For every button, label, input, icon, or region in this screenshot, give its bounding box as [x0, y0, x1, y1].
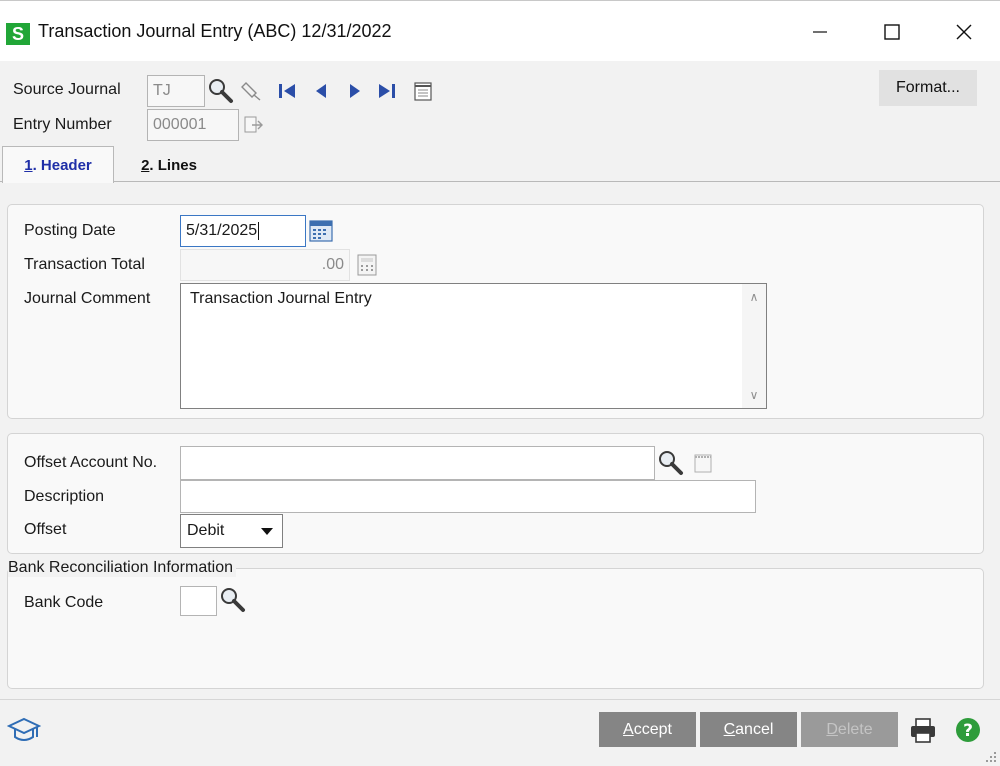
help-icon[interactable]: ?	[953, 714, 983, 746]
source-journal-label: Source Journal	[13, 81, 121, 98]
source-journal-field[interactable]: TJ	[147, 75, 205, 107]
journal-comment-value: Transaction Journal Entry	[190, 290, 372, 307]
entry-number-label: Entry Number	[13, 116, 112, 133]
offset-selected-value: Debit	[187, 522, 225, 539]
description-field[interactable]	[180, 480, 756, 513]
offset-account-lookup-icon[interactable]	[655, 447, 685, 479]
tab-lines[interactable]: 2. Lines	[120, 151, 218, 179]
delete-button-mnemonic: D	[826, 720, 838, 738]
close-icon	[956, 24, 972, 40]
format-button-label: Format...	[895, 79, 960, 96]
journal-comment-label: Journal Comment	[24, 290, 151, 307]
cancel-button-label: ancel	[735, 720, 774, 738]
posting-date-field[interactable]: 5/31/2025	[180, 215, 306, 247]
minimize-button[interactable]	[800, 15, 840, 49]
next-entry-number-icon[interactable]	[241, 111, 267, 139]
svg-text:?: ?	[963, 721, 973, 741]
print-icon[interactable]	[906, 713, 940, 747]
text-cursor	[258, 222, 260, 240]
calculator-icon[interactable]	[355, 251, 379, 279]
transaction-journal-entry-window: S Transaction Journal Entry (ABC) 12/31/…	[0, 0, 1000, 766]
maximize-button[interactable]	[872, 15, 912, 49]
journal-comment-scrollbar[interactable]: ∧ ∨	[742, 284, 766, 408]
tab-lines-label: . Lines	[149, 156, 197, 174]
bank-code-label: Bank Code	[24, 594, 104, 611]
window-title: Transaction Journal Entry (ABC) 12/31/20…	[38, 21, 392, 41]
maximize-icon	[884, 24, 900, 40]
pin-icon[interactable]	[238, 76, 264, 104]
posting-date-value: 5/31/2025	[186, 222, 258, 239]
tab-strip-divider	[0, 181, 1000, 182]
bank-code-lookup-icon[interactable]	[217, 585, 247, 615]
cancel-button-mnemonic: C	[723, 720, 736, 738]
offset-select[interactable]: Debit	[180, 514, 283, 548]
calendar-icon[interactable]	[307, 217, 335, 245]
entry-number-field[interactable]: 000001	[147, 109, 239, 141]
sage-logo-icon: S	[6, 23, 30, 45]
scroll-down-icon[interactable]: ∨	[746, 388, 762, 402]
tab-header-number: 1	[24, 156, 33, 174]
tab-header[interactable]: 1. Header	[2, 146, 114, 183]
journal-comment-textarea[interactable]: Transaction Journal Entry ∧ ∨	[180, 283, 767, 409]
tab-header-label: . Header	[32, 156, 92, 174]
bottom-bar-divider	[0, 699, 1000, 700]
delete-button-label: elete	[837, 720, 873, 738]
source-journal-lookup-icon[interactable]	[205, 76, 235, 106]
scroll-up-icon[interactable]: ∧	[746, 290, 762, 304]
description-label: Description	[24, 488, 105, 505]
resize-grip-icon[interactable]	[984, 750, 998, 764]
graduation-cap-icon[interactable]	[6, 713, 42, 747]
title-bar: S Transaction Journal Entry (ABC) 12/31/…	[0, 1, 1000, 61]
account-notepad-icon[interactable]	[691, 450, 715, 476]
close-button[interactable]	[944, 15, 984, 49]
accept-button[interactable]: Accept	[599, 712, 696, 747]
bank-reconciliation-group	[7, 568, 984, 689]
accept-button-mnemonic: A	[623, 720, 634, 738]
offset-account-field[interactable]	[180, 446, 655, 480]
tab-lines-number: 2	[141, 156, 150, 174]
chevron-down-icon	[261, 528, 273, 535]
next-record-icon[interactable]	[344, 79, 366, 103]
transaction-total-label: Transaction Total	[24, 256, 145, 273]
cancel-button[interactable]: Cancel	[700, 712, 797, 747]
last-record-icon[interactable]	[374, 79, 400, 103]
delete-button: Delete	[801, 712, 898, 747]
format-button[interactable]: Format...	[879, 70, 977, 106]
first-record-icon[interactable]	[274, 79, 300, 103]
offset-account-label: Offset Account No.	[24, 454, 158, 471]
posting-date-label: Posting Date	[24, 222, 116, 239]
minimize-icon	[813, 31, 827, 33]
bank-reconciliation-legend: Bank Reconciliation Information	[8, 559, 237, 577]
transaction-total-field: .00	[180, 249, 350, 281]
notepad-icon[interactable]	[410, 78, 436, 104]
bank-code-field[interactable]	[180, 586, 217, 616]
previous-record-icon[interactable]	[310, 79, 332, 103]
offset-label: Offset	[24, 521, 67, 538]
accept-button-label: ccept	[633, 720, 672, 738]
